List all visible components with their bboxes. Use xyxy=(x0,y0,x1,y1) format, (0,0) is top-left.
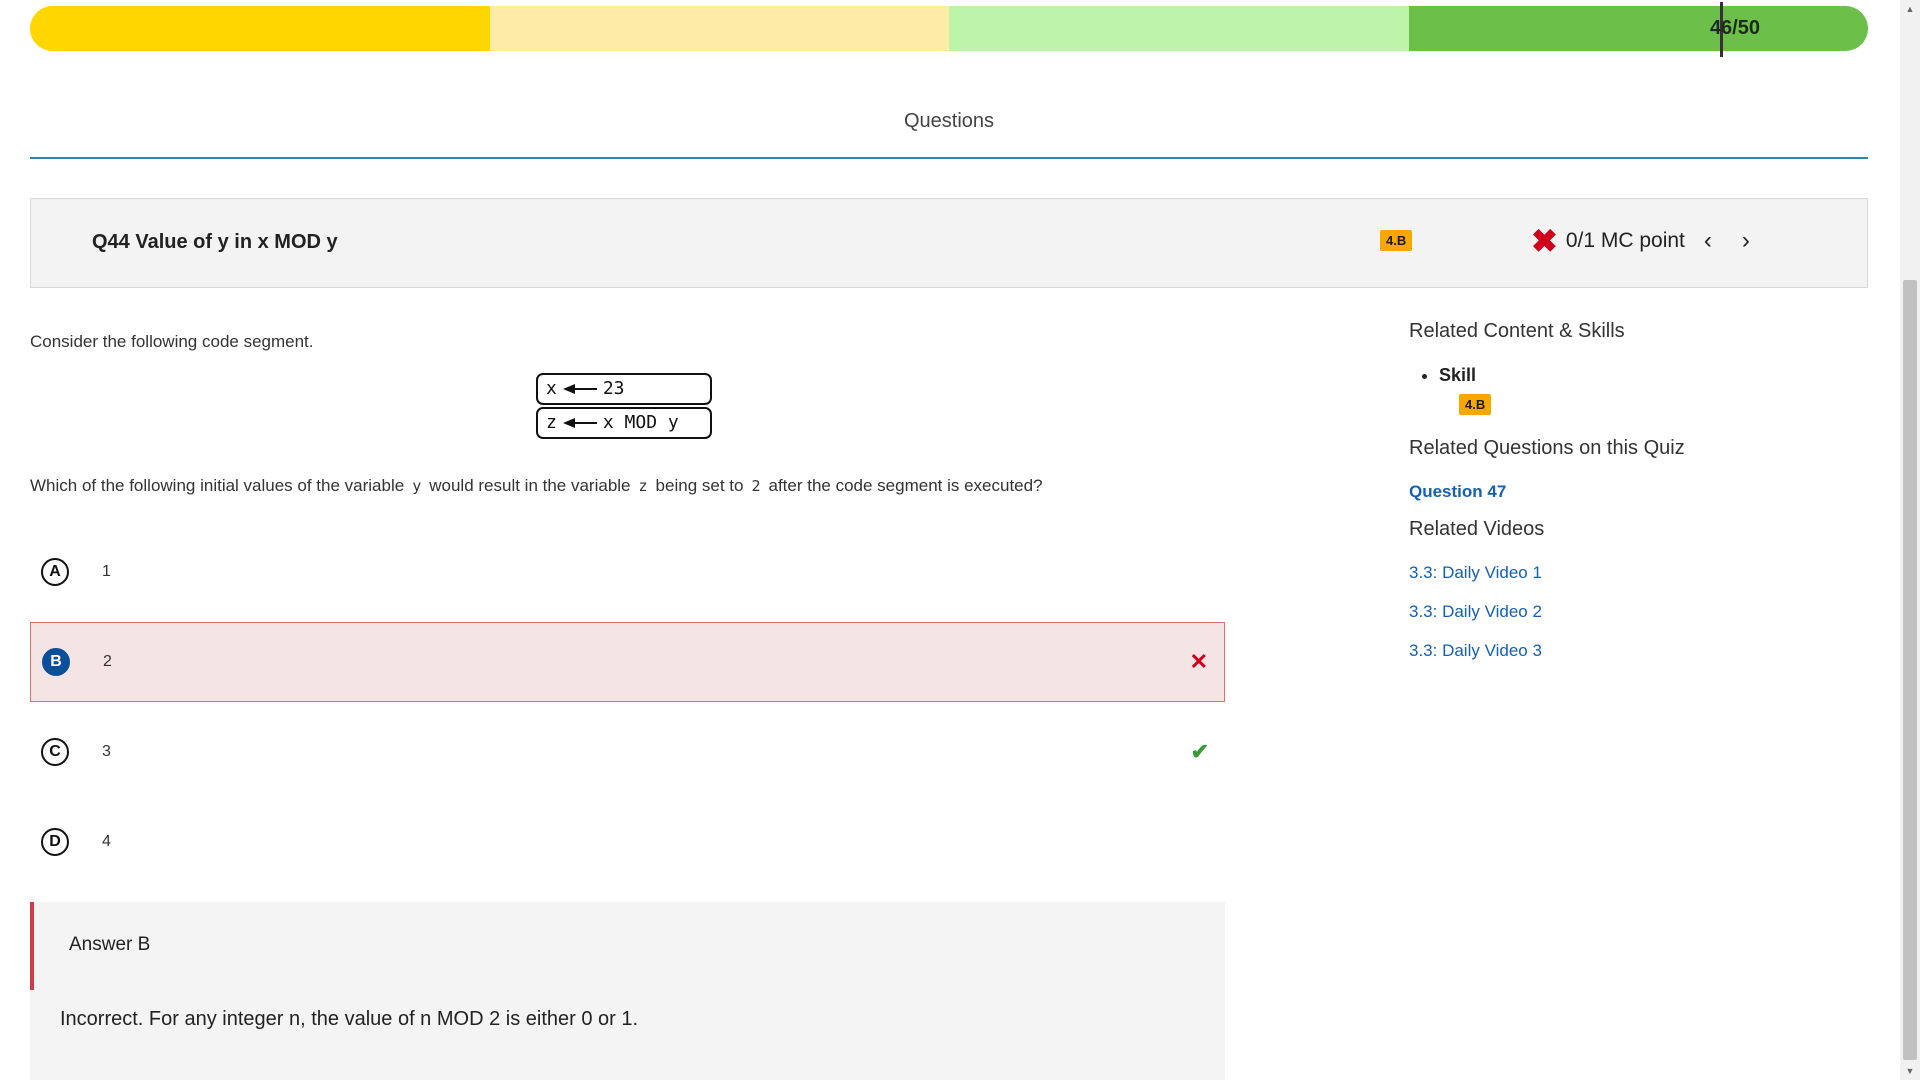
progress-segment-2 xyxy=(489,6,949,51)
answer-label: Answer B xyxy=(69,934,151,955)
choice-letter: A xyxy=(41,558,69,586)
progress-segment-1 xyxy=(30,6,490,51)
video-link-3[interactable]: 3.3: Daily Video 3 xyxy=(1409,641,1829,661)
related-sidebar: Related Content & Skills Skill 4.B Relat… xyxy=(1409,320,1829,661)
choice-value: 3 xyxy=(102,743,111,760)
choice-letter: C xyxy=(41,738,69,766)
next-question-button[interactable]: › xyxy=(1731,226,1761,256)
answer-feedback: Answer B Incorrect. For any integer n, t… xyxy=(30,902,1225,1080)
scroll-thumb[interactable] xyxy=(1903,280,1917,1060)
video-link-2[interactable]: 3.3: Daily Video 2 xyxy=(1409,602,1829,622)
incorrect-icon: ✕ xyxy=(1189,649,1208,674)
skill-label: Skill xyxy=(1439,365,1829,386)
related-content-title: Related Content & Skills xyxy=(1409,320,1625,342)
score-progress-bar xyxy=(30,6,1868,51)
video-link-1[interactable]: 3.3: Daily Video 1 xyxy=(1409,563,1829,583)
question-intro: Consider the following code segment. xyxy=(30,332,314,351)
skill-badge: 4.B xyxy=(1380,230,1413,251)
choice-a[interactable]: A 1 xyxy=(30,532,1225,612)
question-score: ✖ 0/1 MC point ‹ › xyxy=(1531,225,1761,257)
page-scrollbar[interactable]: ▲ ▼ xyxy=(1900,0,1920,1080)
correct-check-icon: ✔ xyxy=(1190,739,1209,764)
progress-score-label: 46/50 xyxy=(1709,17,1760,39)
score-text: 0/1 MC point xyxy=(1565,229,1685,252)
x-mark-icon: ✖ xyxy=(1531,223,1558,259)
code-segment: x 23 zx MOD y xyxy=(536,373,712,441)
previous-question-button[interactable]: ‹ xyxy=(1693,226,1723,256)
code-line: x 23 xyxy=(536,373,712,405)
assign-arrow-icon xyxy=(562,384,597,394)
answer-header: Answer B xyxy=(30,902,1225,990)
section-divider xyxy=(30,157,1868,159)
related-questions-title: Related Questions on this Quiz xyxy=(1409,437,1685,459)
choice-value: 4 xyxy=(102,833,111,850)
related-question-link[interactable]: Question 47 xyxy=(1409,482,1829,502)
answer-explanation: Incorrect. For any integer n, the value … xyxy=(60,1008,639,1030)
sidebar-skill-badge: 4.B xyxy=(1459,394,1492,415)
related-videos-title: Related Videos xyxy=(1409,518,1545,540)
scroll-up-icon[interactable]: ▲ xyxy=(1900,0,1920,18)
choice-b[interactable]: B 2 ✕ xyxy=(30,622,1225,702)
progress-segment-4 xyxy=(1408,6,1868,51)
skill-list: Skill xyxy=(1409,365,1829,386)
assign-arrow-icon xyxy=(562,418,597,428)
choice-c[interactable]: C 3 ✔ xyxy=(30,712,1225,792)
question-prompt: Which of the following initial values of… xyxy=(30,476,1043,495)
choice-value: 1 xyxy=(102,563,111,580)
section-title: Questions xyxy=(903,110,995,132)
code-line: zx MOD y xyxy=(536,407,712,439)
question-header: Q44 Value of y in x MOD y 4.B ✖ 0/1 MC p… xyxy=(30,198,1868,288)
progress-segment-3 xyxy=(949,6,1409,51)
choice-letter: D xyxy=(41,828,69,856)
choice-letter: B xyxy=(42,648,70,676)
scroll-down-icon[interactable]: ▼ xyxy=(1900,1062,1920,1080)
question-title: Q44 Value of y in x MOD y xyxy=(92,231,338,253)
choice-value: 2 xyxy=(103,653,112,670)
choice-d[interactable]: D 4 xyxy=(30,802,1225,882)
